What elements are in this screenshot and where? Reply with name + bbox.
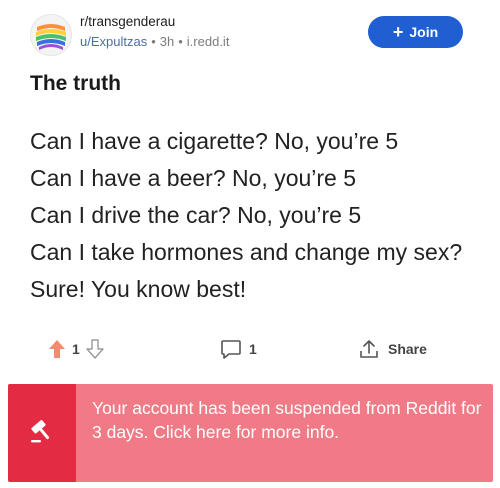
post-header: r/transgenderau u/Expultzas • 3h • i.redd.it… <box>30 12 470 56</box>
join-label: Join <box>409 24 439 40</box>
share-icon <box>358 338 380 360</box>
subreddit-name[interactable]: r/transgenderau <box>80 14 175 29</box>
suspension-banner[interactable]: Your account has been suspended from Red… <box>8 384 493 482</box>
share-label: Share <box>388 341 427 357</box>
meta-separator: • <box>151 34 156 49</box>
body-line: Can I have a cigarette? No, you’re 5 <box>30 128 399 154</box>
plus-icon: + <box>392 22 404 42</box>
post-body: Can I have a cigarette? No, you’re 5 Can… <box>30 123 480 308</box>
comment-count: 1 <box>249 341 257 357</box>
post-actions: 1 1 Share <box>30 334 470 364</box>
banner-icon-area <box>8 384 76 482</box>
body-line: Can I take hormones and change my sex? S… <box>30 239 463 302</box>
author-link[interactable]: u/Expultzas <box>80 34 147 49</box>
share-button[interactable]: Share <box>358 334 427 364</box>
post-age: 3h <box>159 34 175 49</box>
body-line: Can I drive the car? No, you’re 5 <box>30 202 362 228</box>
subreddit-avatar-icon[interactable] <box>30 14 72 56</box>
vote-count: 1 <box>72 341 80 357</box>
downvote-arrow-icon[interactable] <box>86 339 104 359</box>
join-button[interactable]: + Join <box>368 16 463 48</box>
suspension-message[interactable]: Your account has been suspended from Red… <box>92 396 482 444</box>
post-meta: u/Expultzas • 3h • i.redd.it <box>80 34 229 49</box>
gavel-icon <box>28 417 56 450</box>
comment-bubble-icon <box>220 338 242 360</box>
comment-button[interactable]: 1 <box>220 334 257 364</box>
post-title[interactable]: The truth <box>30 72 121 96</box>
upvote-arrow-icon[interactable] <box>48 339 66 359</box>
meta-separator: • <box>178 34 183 49</box>
body-line: Can I have a beer? No, you’re 5 <box>30 165 357 191</box>
vote-group: 1 <box>48 334 104 364</box>
post-domain[interactable]: i.redd.it <box>187 34 230 49</box>
